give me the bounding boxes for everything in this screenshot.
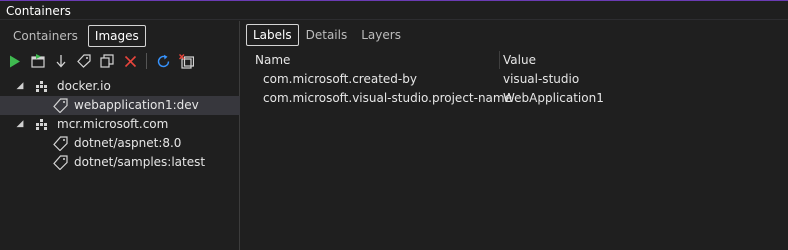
containers-window: Containers Containers Images ◢ docker.io…	[0, 0, 788, 250]
tab-labels[interactable]: Labels	[246, 24, 299, 46]
tag-icon	[53, 98, 68, 114]
tag-icon[interactable]	[75, 52, 93, 70]
column-divider[interactable]	[499, 51, 500, 69]
copy-icon[interactable]	[98, 52, 116, 70]
collapse-icon[interactable]: ◢	[14, 115, 26, 134]
tree-row-image-samples[interactable]: dotnet/samples:latest	[0, 153, 240, 172]
images-toolbar	[6, 51, 195, 71]
details-pane: Labels Details Layers Name Value com.mic…	[241, 21, 788, 250]
registry-name: mcr.microsoft.com	[57, 117, 169, 131]
table-row-value: WebApplication1	[503, 91, 604, 105]
tab-containers[interactable]: Containers	[6, 25, 85, 47]
column-header-name[interactable]: Name	[255, 50, 290, 70]
tree-row-image-aspnet[interactable]: dotnet/aspnet:8.0	[0, 134, 240, 153]
table-row-name: com.microsoft.created-by	[263, 72, 417, 86]
refresh-icon[interactable]	[154, 52, 172, 70]
tree-row-registry-docker-io[interactable]: ◢ docker.io	[0, 77, 240, 96]
images-pane: Containers Images ◢ docker.io webapplica…	[0, 21, 240, 250]
prune-icon[interactable]	[177, 52, 195, 70]
collapse-icon[interactable]: ◢	[14, 77, 26, 96]
tab-layers[interactable]: Layers	[354, 24, 408, 46]
image-name: webapplication1:dev	[74, 98, 199, 112]
tree-row-registry-mcr[interactable]: ◢ mcr.microsoft.com	[0, 115, 240, 134]
tag-icon	[53, 136, 68, 152]
image-tree: ◢ docker.io webapplication1:dev ◢ mcr.mi…	[0, 77, 240, 172]
attach-terminal-icon[interactable]	[29, 52, 47, 70]
registry-icon	[35, 79, 50, 94]
image-name: dotnet/aspnet:8.0	[74, 136, 182, 150]
image-name: dotnet/samples:latest	[74, 155, 206, 169]
table-row-name: com.microsoft.visual-studio.project-name	[263, 91, 512, 105]
tree-row-image-webapplication1[interactable]: webapplication1:dev	[0, 96, 240, 115]
table-row-value: visual-studio	[503, 72, 580, 86]
registry-name: docker.io	[57, 79, 111, 93]
remove-icon[interactable]	[121, 52, 139, 70]
window-title: Containers	[0, 2, 788, 20]
pull-icon[interactable]	[52, 52, 70, 70]
registry-icon	[35, 117, 50, 132]
tab-details[interactable]: Details	[299, 24, 355, 46]
start-icon[interactable]	[6, 52, 24, 70]
tab-images[interactable]: Images	[87, 25, 146, 47]
left-tab-strip: Containers Images	[6, 25, 146, 47]
tag-icon	[53, 155, 68, 171]
column-header-value[interactable]: Value	[503, 50, 536, 70]
right-tab-strip: Labels Details Layers	[246, 24, 408, 46]
toolbar-separator	[146, 53, 147, 69]
labels-table-header: Name Value	[249, 50, 788, 70]
